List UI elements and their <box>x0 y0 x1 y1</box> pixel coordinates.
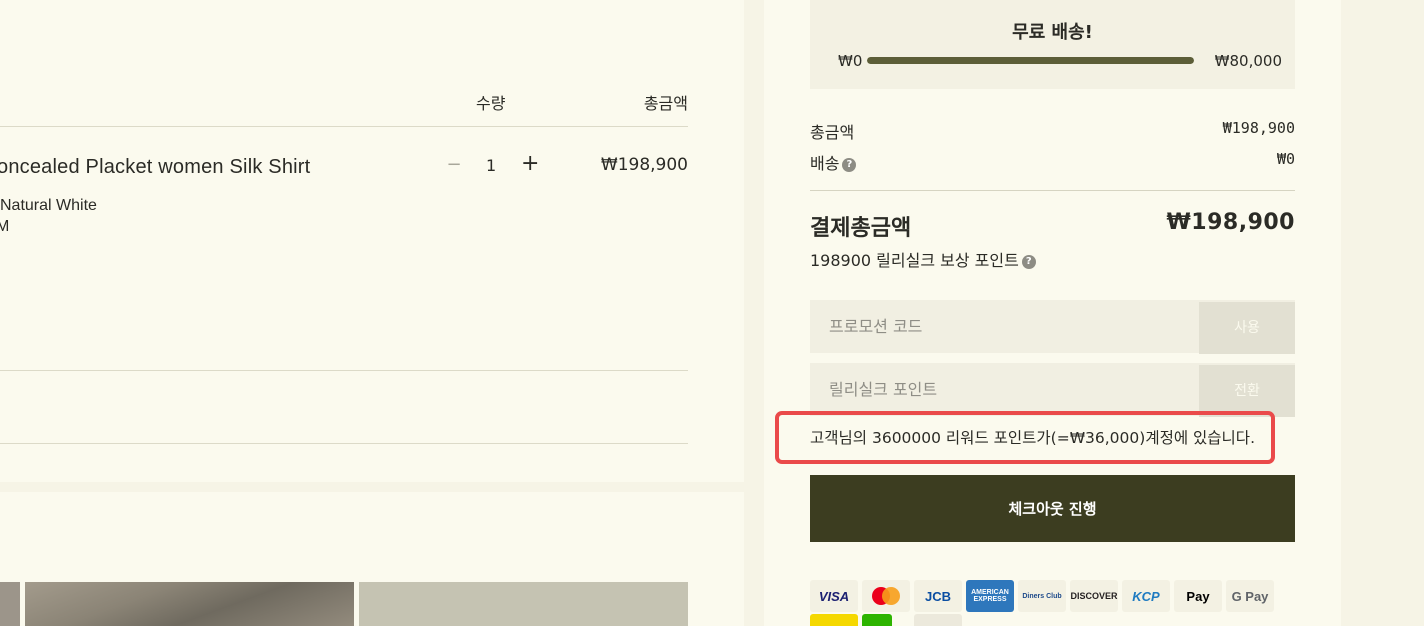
column-header-quantity: 수량 <box>476 94 506 113</box>
summary-divider <box>810 190 1295 191</box>
kcp-icon: KCP <box>1122 580 1170 612</box>
apply-promo-button[interactable]: 사용 <box>1199 302 1295 354</box>
jcb-label: JCB <box>924 588 951 604</box>
diners-club-icon: Diners Club <box>1018 580 1066 612</box>
product-thumbnail[interactable] <box>359 582 688 626</box>
kcp-label: KCP <box>1132 588 1160 604</box>
grand-total-label: 결제총금액 <box>810 216 912 241</box>
discover-icon: DISCOVER <box>1070 580 1118 612</box>
apple-pay-icon: Pay <box>1174 580 1222 612</box>
points-field: 전환 <box>810 363 1295 417</box>
discover-label: DISCOVER <box>1070 590 1118 601</box>
shipping-progress-fill <box>867 57 1194 64</box>
item-divider <box>0 370 688 371</box>
shipping-label-wrap: 배송? <box>810 150 857 174</box>
american-express-icon: AMERICAN EXPRESS <box>966 580 1014 612</box>
payment-method-icon <box>810 614 858 626</box>
shipping-progress-max: ₩80,000 <box>1214 52 1282 70</box>
subtotal-label: 총금액 <box>810 123 855 142</box>
product-name-link[interactable]: oncealed Placket women Silk Shirt <box>0 156 310 179</box>
shipping-label: 배송 <box>810 154 840 173</box>
promo-code-input[interactable] <box>810 300 1199 353</box>
product-thumbnail[interactable] <box>0 582 20 626</box>
google-pay-label: G Pay <box>1231 588 1269 604</box>
free-shipping-box: 무료 배송! ₩0 ₩80,000 <box>810 0 1295 89</box>
cart-column: 수량 총금액 oncealed Placket women Silk Shirt… <box>0 0 744 626</box>
footer-divider <box>0 443 688 444</box>
reward-points-text: 198900 릴리실크 보상 포인트 <box>810 251 1019 270</box>
line-item-price: ₩198,900 <box>600 155 688 175</box>
subtotal-value: ₩198,900 <box>1222 119 1295 137</box>
google-pay-icon: G Pay <box>1226 580 1274 612</box>
shipping-row: 배송? ₩0 <box>810 150 1295 174</box>
header-divider <box>0 126 688 127</box>
column-header-total: 총금액 <box>643 94 688 113</box>
order-summary: 무료 배송! ₩0 ₩80,000 총금액 ₩198,900 배송? ₩0 결제… <box>764 0 1341 626</box>
product-color: Natural White <box>0 197 97 214</box>
shipping-progress-bar <box>867 57 1194 64</box>
grand-total-value: ₩198,900 <box>1166 210 1295 235</box>
shipping-progress-min: ₩0 <box>838 52 863 70</box>
product-thumbnail[interactable] <box>25 582 354 626</box>
payment-method-icon <box>914 614 962 626</box>
quantity-value[interactable]: 1 <box>486 156 496 175</box>
cart-table: 수량 총금액 oncealed Placket women Silk Shirt… <box>0 0 744 482</box>
checkout-button[interactable]: 체크아웃 진행 <box>810 475 1295 542</box>
page-gutter <box>1341 0 1424 626</box>
subtotal-row: 총금액 ₩198,900 <box>810 119 1295 142</box>
mastercard-icon <box>862 580 910 612</box>
shipping-value: ₩0 <box>1276 150 1295 168</box>
help-icon[interactable]: ? <box>842 157 857 172</box>
quantity-decrease-button[interactable]: − <box>446 155 462 175</box>
quantity-increase-button[interactable]: + <box>521 153 539 175</box>
points-input[interactable] <box>810 363 1199 416</box>
apple-pay-label: Pay <box>1186 588 1210 604</box>
reward-points-notice: 고객님의 3600000 리워드 포인트가(=₩36,000)계정에 있습니다. <box>810 429 1255 447</box>
product-size: M <box>0 218 10 235</box>
recommendation-panel <box>0 492 744 626</box>
diners-club-label: Diners Club <box>1022 592 1062 600</box>
jcb-icon: JCB <box>914 580 962 612</box>
free-shipping-title: 무료 배송! <box>1012 22 1093 43</box>
visa-icon: VISA <box>810 580 858 612</box>
american-express-label: AMERICAN EXPRESS <box>971 589 1009 603</box>
reward-points-line: 198900 릴리실크 보상 포인트? <box>810 247 1036 271</box>
payment-method-icon <box>862 614 892 626</box>
visa-label: VISA <box>818 588 850 604</box>
promo-code-field: 사용 <box>810 300 1295 354</box>
help-icon[interactable]: ? <box>1021 254 1036 269</box>
convert-points-button[interactable]: 전환 <box>1199 365 1295 417</box>
